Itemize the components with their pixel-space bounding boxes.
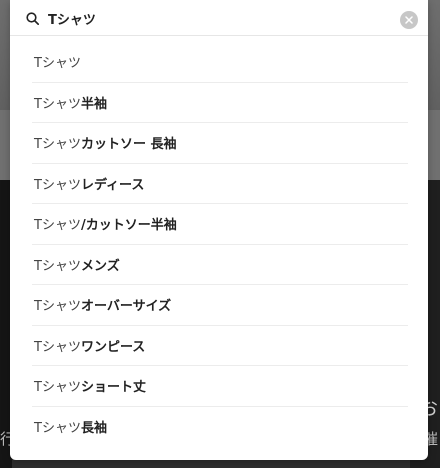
suggestion-item[interactable]: Tシャツ 半袖 xyxy=(32,83,408,123)
suggestion-query-text: Tシャツ xyxy=(34,177,81,193)
suggestion-completion-text: /カットソー半袖 xyxy=(80,218,177,234)
suggestion-query-text: Tシャツ xyxy=(34,258,81,274)
suggestion-item[interactable]: Tシャツ メンズ xyxy=(32,245,408,285)
suggestion-item[interactable]: Tシャツ カットソー 長袖 xyxy=(32,123,408,164)
suggestion-query-text: Tシャツ xyxy=(34,299,81,315)
suggestion-completion-text: ワンピース xyxy=(80,339,146,355)
suggestion-query-text: Tシャツ xyxy=(34,218,81,234)
suggestion-query-text: Tシャツ xyxy=(34,137,81,153)
suggestion-item[interactable]: Tシャツ ショート丈 xyxy=(32,366,408,407)
suggestion-item[interactable]: Tシャツ 長袖 xyxy=(32,407,408,447)
suggestion-item[interactable]: Tシャツ xyxy=(32,42,408,83)
suggestion-completion-text: 長袖 xyxy=(80,420,107,436)
suggestion-item[interactable]: Tシャツ/カットソー半袖 xyxy=(32,204,408,245)
search-bar xyxy=(10,0,428,36)
suggestion-query-text: Tシャツ xyxy=(34,380,81,396)
suggestion-query-text: Tシャツ xyxy=(34,339,81,355)
suggestion-item[interactable]: Tシャツ オーバーサイズ xyxy=(32,285,408,326)
suggestion-item[interactable]: Tシャツ ワンピース xyxy=(32,326,408,366)
suggestion-query-text: Tシャツ xyxy=(34,96,81,112)
search-icon xyxy=(26,12,39,25)
clear-search-button[interactable] xyxy=(400,11,418,29)
suggestion-completion-text: レディース xyxy=(80,177,145,193)
suggestion-completion-text: メンズ xyxy=(80,258,120,274)
suggestion-query-text: Tシャツ xyxy=(34,420,81,436)
suggestion-completion-text: カットソー 長袖 xyxy=(80,137,177,153)
suggestion-completion-text: 半袖 xyxy=(80,96,107,112)
suggestion-completion-text: オーバーサイズ xyxy=(80,299,172,315)
close-icon xyxy=(405,16,413,24)
suggestion-query-text: Tシャツ xyxy=(34,56,81,72)
suggestion-item[interactable]: Tシャツ レディース xyxy=(32,164,408,204)
suggestion-completion-text: ショート丈 xyxy=(80,380,146,396)
suggestion-list: Tシャツ Tシャツ 半袖 Tシャツ カットソー 長袖 Tシャツ レディース Tシャ… xyxy=(32,42,408,446)
search-suggestion-panel: Tシャツ Tシャツ半袖 Tシャツ カットソー 長袖 Tシャツ レディース Tシャ… xyxy=(10,0,428,460)
search-input[interactable] xyxy=(48,6,388,30)
